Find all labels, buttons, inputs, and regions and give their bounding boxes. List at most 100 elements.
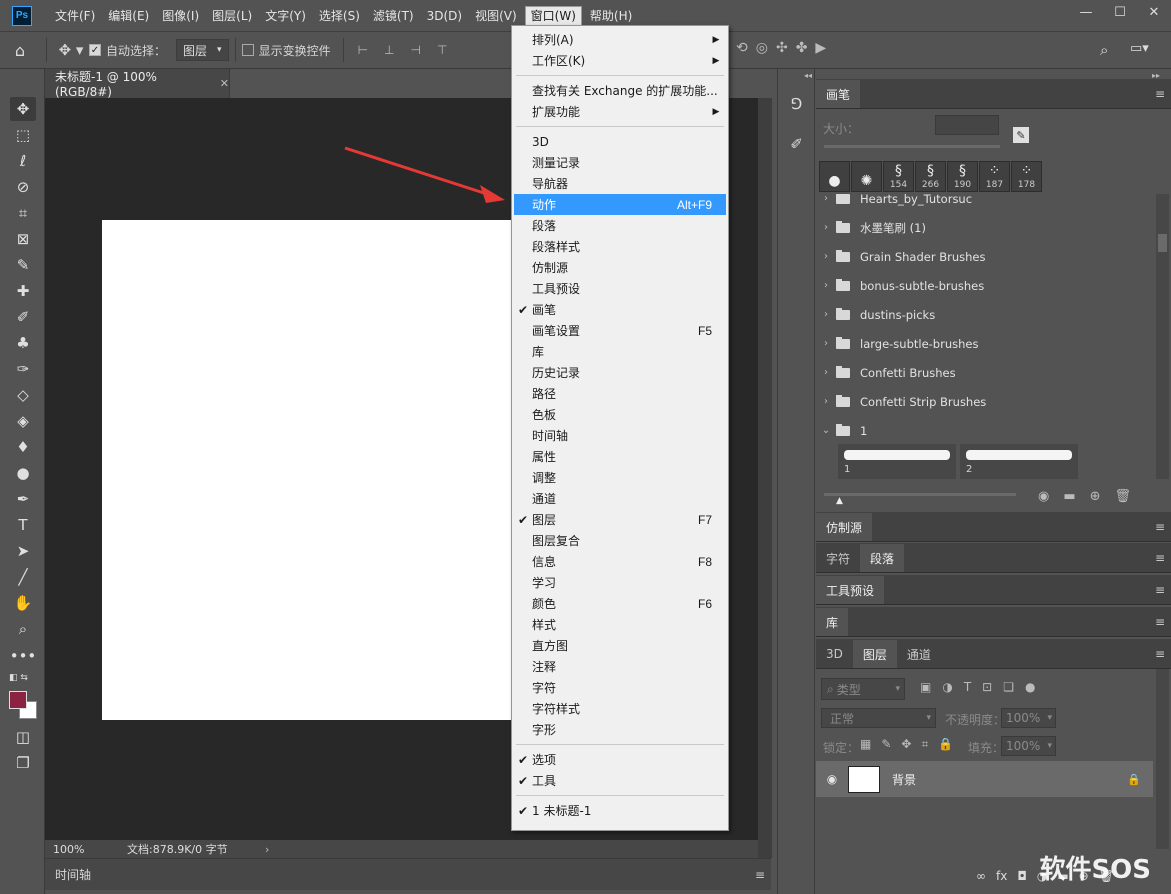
move-tool-icon[interactable]: ✥ bbox=[10, 97, 36, 121]
quick-select-tool-icon[interactable]: ⊘ bbox=[10, 175, 36, 199]
crop-tool-icon[interactable]: ⌗ bbox=[10, 201, 36, 225]
brush-tip[interactable]: § 154 bbox=[883, 161, 914, 192]
layers-scrollbar[interactable] bbox=[1156, 669, 1169, 849]
menu-4[interactable]: 文字(Y) bbox=[260, 6, 311, 26]
menu-2[interactable]: 图像(I) bbox=[157, 6, 204, 26]
maximize-icon[interactable]: ☐ bbox=[1103, 0, 1137, 24]
layer-row[interactable]: ◉ 背景 🔒 bbox=[816, 761, 1153, 797]
status-chevron-icon[interactable]: › bbox=[265, 843, 269, 856]
list-item[interactable]: ⌄ 1 bbox=[816, 416, 1156, 445]
more-tools-icon[interactable]: ••• bbox=[10, 644, 37, 668]
slide-3d-icon[interactable]: ✤ bbox=[796, 40, 808, 56]
menu-item[interactable]: 字符样式 bbox=[514, 698, 726, 719]
panel-menu-icon[interactable]: ≡ bbox=[1155, 551, 1165, 565]
scale-3d-icon[interactable]: ▶ bbox=[815, 40, 826, 56]
brush-tip[interactable]: § 190 bbox=[947, 161, 978, 192]
menu-item[interactable]: 字符 bbox=[514, 677, 726, 698]
menu-item[interactable]: 扩展功能 ▶ bbox=[514, 101, 726, 122]
layer-kind-filter[interactable]: ⌕ 类型 ▾ bbox=[821, 678, 905, 700]
shape-filter-icon[interactable]: ⊡ bbox=[982, 680, 992, 694]
pixel-filter-icon[interactable]: ▣ bbox=[920, 680, 931, 694]
link-layers-icon[interactable]: ∞ bbox=[976, 869, 986, 883]
tab-clone-source[interactable]: 仿制源 bbox=[816, 513, 873, 541]
history-panel-icon[interactable]: ⅁ bbox=[780, 89, 813, 119]
menu-item[interactable]: 历史记录 bbox=[514, 362, 726, 383]
brush-tip[interactable]: ✺ bbox=[851, 161, 882, 192]
lock-all-icon[interactable]: 🔒 bbox=[938, 737, 953, 752]
menu-item[interactable]: 样式 bbox=[514, 614, 726, 635]
smart-object-filter-icon[interactable]: ❏ bbox=[1003, 680, 1014, 694]
menu-1[interactable]: 编辑(E) bbox=[103, 6, 154, 26]
line-tool-icon[interactable]: ╱ bbox=[10, 565, 36, 589]
toggle-visibility-icon[interactable]: ◉ bbox=[1038, 489, 1049, 504]
list-item[interactable]: › Hearts_by_Tutorsuc bbox=[816, 194, 1156, 213]
tab-layers[interactable]: 图层 bbox=[852, 640, 897, 668]
filter-toggle-icon[interactable]: ● bbox=[1025, 680, 1035, 694]
menu-item[interactable]: 路径 bbox=[514, 383, 726, 404]
brush-stroke-tile[interactable]: 2 bbox=[960, 444, 1078, 479]
hand-tool-icon[interactable]: ✋ bbox=[10, 591, 36, 615]
list-item[interactable]: › bonus-subtle-brushes bbox=[816, 271, 1156, 300]
marquee-tool-icon[interactable]: ⬚ bbox=[10, 123, 36, 147]
panel-menu-icon[interactable]: ≡ bbox=[1155, 615, 1165, 629]
brush-list-scrollbar[interactable] bbox=[1156, 194, 1169, 479]
align-top-icon[interactable]: ⊤ bbox=[437, 43, 447, 57]
tab-3d[interactable]: 3D bbox=[816, 640, 853, 668]
menu-item[interactable]: 颜色 F6 bbox=[514, 593, 726, 614]
canvas-scrollbar[interactable] bbox=[758, 98, 772, 858]
brush-settings-panel-icon[interactable]: ✐ bbox=[780, 129, 813, 159]
menu-item[interactable]: ✔ 画笔 bbox=[514, 299, 726, 320]
brush-size-slider[interactable] bbox=[824, 145, 1000, 148]
eye-icon[interactable]: ◉ bbox=[816, 772, 848, 786]
menu-item[interactable]: 时间轴 bbox=[514, 425, 726, 446]
brush-tip[interactable]: ● bbox=[819, 161, 850, 192]
tab-character[interactable]: 字符 bbox=[816, 544, 860, 572]
menu-item[interactable]: ✔ 选项 bbox=[514, 749, 726, 770]
layer-mask-icon[interactable]: ◘ bbox=[1017, 869, 1027, 883]
foreground-color-swatch[interactable] bbox=[9, 691, 27, 709]
layer-name[interactable]: 背景 bbox=[892, 771, 916, 788]
menu-item[interactable]: 工作区(K) ▶ bbox=[514, 50, 726, 71]
type-tool-icon[interactable]: T bbox=[10, 513, 36, 537]
menu-item[interactable]: ✔ 1 未标题-1 bbox=[514, 800, 726, 821]
list-item[interactable]: › dustins-picks bbox=[816, 300, 1156, 329]
frame-tool-icon[interactable]: ⊠ bbox=[10, 227, 36, 251]
screen-mode-icon[interactable]: ❐ bbox=[10, 751, 36, 775]
menu-item[interactable]: 图层复合 bbox=[514, 530, 726, 551]
menu-10[interactable]: 帮助(H) bbox=[585, 6, 637, 26]
menu-item[interactable]: 字形 bbox=[514, 719, 726, 740]
menu-0[interactable]: 文件(F) bbox=[50, 6, 100, 26]
collapse-arrows-icon[interactable]: ◂◂ bbox=[804, 71, 812, 80]
close-tab-icon[interactable]: ✕ bbox=[220, 77, 229, 90]
timeline-tab[interactable]: 时间轴 bbox=[45, 866, 91, 883]
type-filter-icon[interactable]: T bbox=[964, 680, 971, 694]
menu-item[interactable]: ✔ 工具 bbox=[514, 770, 726, 791]
lock-position-icon[interactable]: ✥ bbox=[901, 737, 911, 752]
layer-style-icon[interactable]: fx bbox=[996, 869, 1007, 883]
orbit-3d-icon[interactable]: ⟲ bbox=[736, 40, 748, 56]
blend-mode-dropdown[interactable]: 正常 ▾ bbox=[821, 708, 936, 728]
lasso-tool-icon[interactable]: ℓ bbox=[10, 149, 36, 173]
show-transform-checkbox[interactable] bbox=[241, 44, 254, 56]
slider-handle-icon[interactable]: ▲ bbox=[836, 496, 843, 506]
brush-size-input[interactable] bbox=[935, 115, 999, 135]
align-left-icon[interactable]: ⊢ bbox=[358, 43, 368, 57]
lock-transparent-icon[interactable]: ▦ bbox=[860, 737, 871, 752]
list-item[interactable]: › large-subtle-brushes bbox=[816, 329, 1156, 358]
trash-icon[interactable]: 🗑 bbox=[1115, 489, 1132, 504]
healing-brush-tool-icon[interactable]: ✚ bbox=[10, 279, 36, 303]
history-brush-tool-icon[interactable]: ✑ bbox=[10, 357, 36, 381]
close-icon[interactable]: ✕ bbox=[1137, 0, 1171, 24]
brush-preview-slider[interactable] bbox=[824, 493, 1016, 496]
dodge-tool-icon[interactable]: ● bbox=[10, 461, 36, 485]
align-center-icon[interactable]: ⊥ bbox=[384, 43, 394, 57]
menu-item[interactable]: 导航器 bbox=[514, 173, 726, 194]
tab-library[interactable]: 库 bbox=[816, 608, 849, 636]
menu-item[interactable]: 工具预设 bbox=[514, 278, 726, 299]
menu-item[interactable]: 学习 bbox=[514, 572, 726, 593]
lock-image-icon[interactable]: ✎ bbox=[881, 737, 891, 752]
workspace-icon[interactable]: ▭▾ bbox=[1130, 41, 1149, 56]
lock-artboard-icon[interactable]: ⌗ bbox=[921, 737, 928, 752]
menu-item[interactable]: 段落样式 bbox=[514, 236, 726, 257]
document-canvas[interactable] bbox=[102, 220, 512, 720]
